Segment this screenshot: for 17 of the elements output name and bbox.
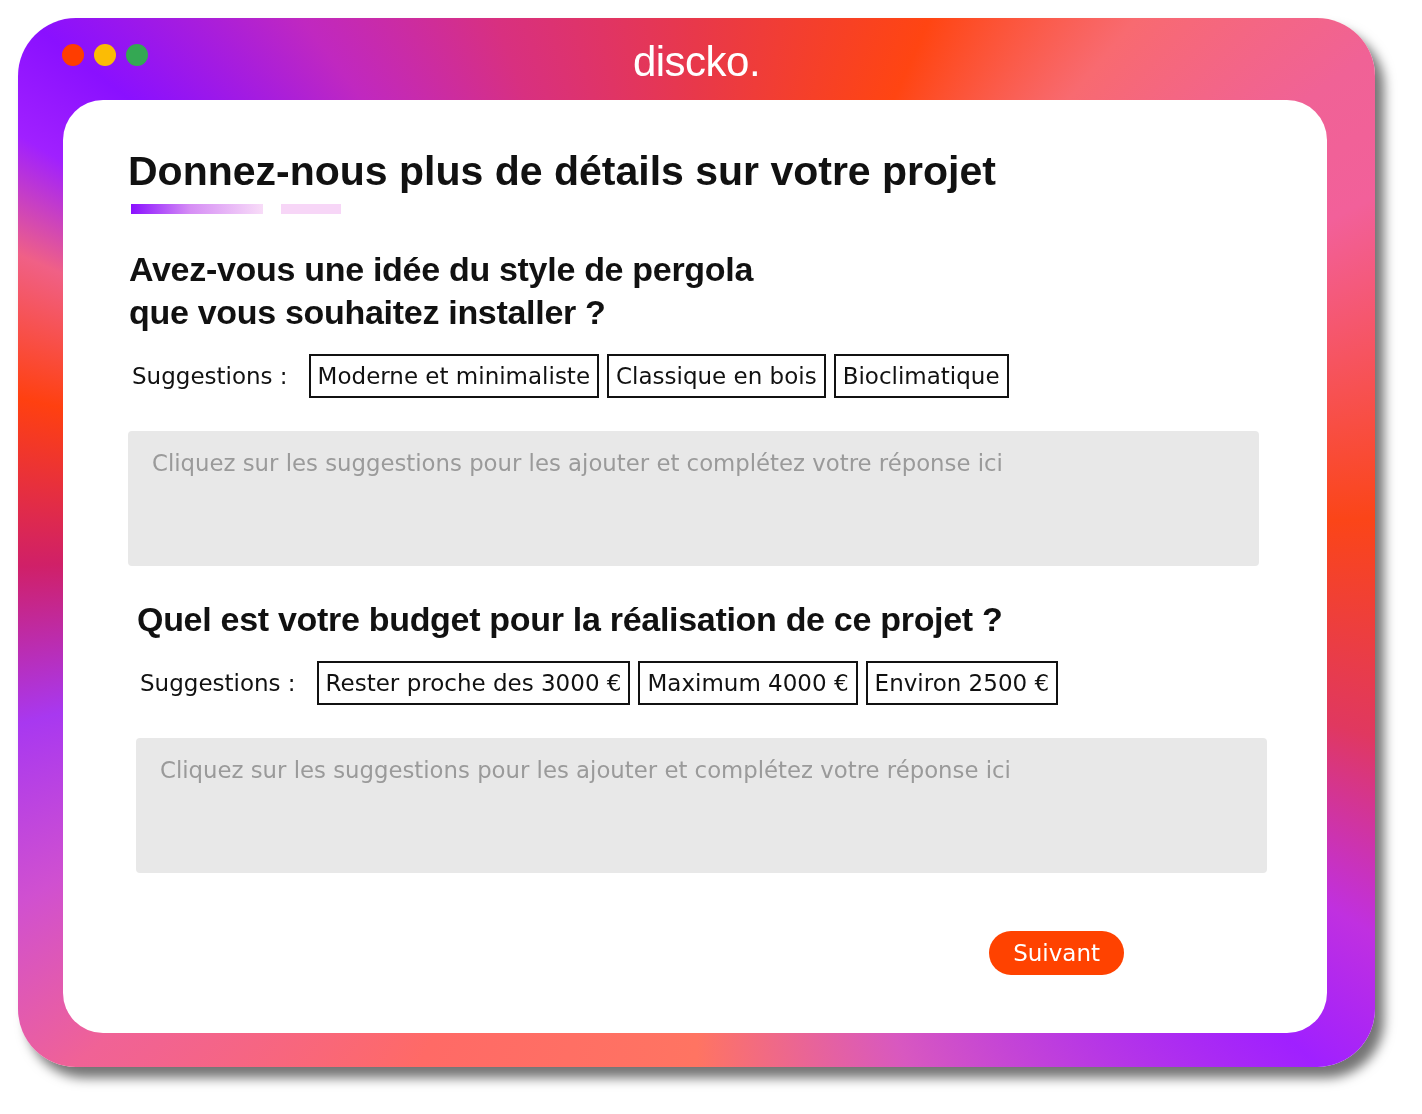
suggestion-chip[interactable]: Moderne et minimaliste (308, 354, 600, 398)
question-text: Quel est votre budget pour la réalisation de ce projet ? (137, 599, 1004, 640)
page-title: Donnez-nous plus de détails sur votre projet (128, 147, 997, 196)
window-close-icon[interactable] (62, 44, 84, 66)
answer-field[interactable]: Cliquez sur les suggestions pour les ajouter et complétez votre réponse ici (128, 431, 1259, 566)
answer-field[interactable]: Cliquez sur les suggestions pour les ajouter et complétez votre réponse ici (136, 738, 1267, 873)
question-text: Avez-vous une idée du style de pergola que vous souhaitez installer ? (129, 249, 755, 333)
suggestions-label: Suggestions : (140, 670, 296, 696)
window-maximize-icon[interactable] (126, 44, 148, 66)
window-minimize-icon[interactable] (94, 44, 116, 66)
suggestion-chip[interactable]: Bioclimatique (833, 354, 1009, 398)
suggestion-chip[interactable]: Classique en bois (607, 354, 826, 398)
suggestion-chip[interactable]: Rester proche des 3000 € (316, 661, 631, 705)
suggestions-label: Suggestions : (132, 363, 288, 389)
logo: discko. (632, 37, 761, 85)
suggestion-chip[interactable]: Environ 2500 € (865, 661, 1059, 705)
suggestion-chip[interactable]: Maximum 4000 € (638, 661, 858, 705)
